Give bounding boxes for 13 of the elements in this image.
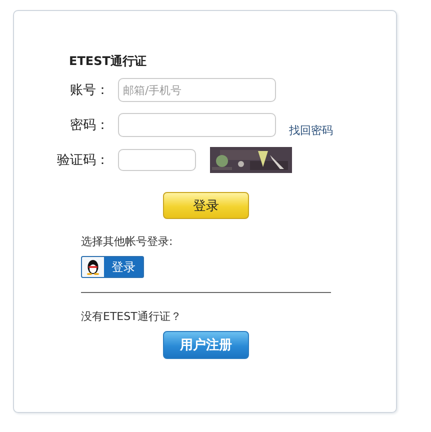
field-label: 账号： bbox=[69, 82, 109, 99]
login-button[interactable]: 登录 bbox=[163, 192, 249, 219]
register-prompt: 没有ETEST通行证？ bbox=[81, 310, 182, 324]
other-login-prompt: 选择其他帐号登录: bbox=[81, 235, 174, 249]
qq-login-button[interactable]: 登录 bbox=[81, 256, 144, 278]
form-title: ETEST通行证 bbox=[69, 53, 148, 69]
field-label: 密码： bbox=[69, 117, 109, 134]
account-field[interactable]: 邮箱/手机号 bbox=[118, 78, 276, 102]
captcha-field[interactable] bbox=[118, 149, 196, 171]
forgot-password-link[interactable]: 找回密码 bbox=[289, 122, 333, 138]
password-field[interactable] bbox=[118, 113, 276, 137]
penguin-icon bbox=[86, 259, 100, 275]
field-label: 验证码： bbox=[56, 152, 109, 169]
